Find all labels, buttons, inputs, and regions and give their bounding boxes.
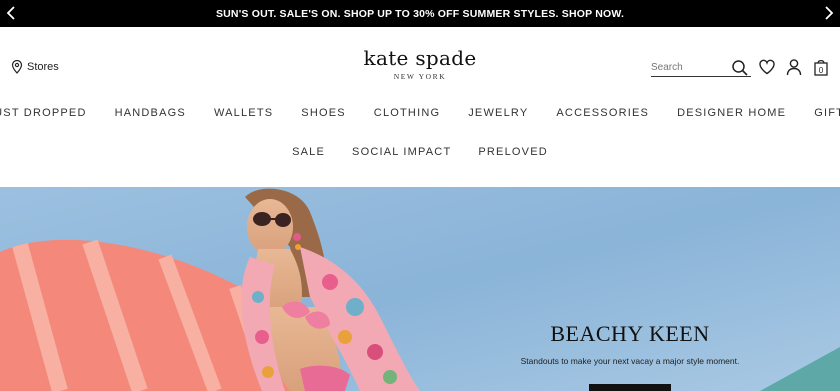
- site-header: Stores kate spade NEW YORK 0 J: [0, 27, 840, 187]
- promo-text[interactable]: SUN'S OUT. SALE'S ON. SHOP UP TO 30% OFF…: [216, 8, 624, 20]
- chevron-left-icon: [6, 6, 15, 20]
- hero-title: BEACHY KEEN: [550, 321, 710, 346]
- secondary-nav: SALE SOCIAL IMPACT PRELOVED: [0, 146, 840, 158]
- bag-button[interactable]: 0: [812, 58, 830, 76]
- nav-item-accessories[interactable]: ACCESSORIES: [556, 107, 649, 119]
- promo-bar[interactable]: SUN'S OUT. SALE'S ON. SHOP UP TO 30% OFF…: [0, 0, 840, 27]
- bag-count: 0: [819, 66, 824, 75]
- nav-item-jewelry[interactable]: JEWELRY: [468, 107, 528, 119]
- nav-item-social-impact[interactable]: SOCIAL IMPACT: [352, 146, 451, 158]
- promo-next-button[interactable]: [820, 4, 838, 22]
- nav-item-shoes[interactable]: SHOES: [301, 107, 346, 119]
- nav-item-designer-home[interactable]: DESIGNER HOME: [677, 107, 786, 119]
- chevron-right-icon: [825, 6, 834, 20]
- hero-banner[interactable]: BEACHY KEEN Standouts to make your next …: [0, 187, 840, 391]
- wishlist-button[interactable]: [758, 58, 776, 76]
- heart-icon: [759, 59, 775, 75]
- hero-subtitle: Standouts to make your next vacay a majo…: [520, 356, 740, 366]
- bag-icon: 0: [814, 59, 828, 76]
- account-button[interactable]: [785, 58, 803, 76]
- nav-item-preloved[interactable]: PRELOVED: [478, 146, 548, 158]
- nav-item-handbags[interactable]: HANDBAGS: [115, 107, 186, 119]
- promo-prev-button[interactable]: [2, 4, 20, 22]
- nav-item-clothing[interactable]: CLOTHING: [374, 107, 440, 119]
- user-icon: [786, 59, 802, 76]
- nav-item-gifts[interactable]: GIFTS: [814, 107, 840, 119]
- search-button[interactable]: [731, 59, 749, 77]
- search-bar: [651, 59, 751, 77]
- nav-item-sale[interactable]: SALE: [292, 146, 325, 158]
- search-input[interactable]: [651, 62, 731, 73]
- hero-shop-button[interactable]: [589, 384, 671, 391]
- primary-nav: JUST DROPPED HANDBAGS WALLETS SHOES CLOT…: [0, 107, 840, 119]
- nav-item-just-dropped[interactable]: JUST DROPPED: [0, 107, 87, 119]
- search-icon: [732, 60, 748, 76]
- nav-item-wallets[interactable]: WALLETS: [214, 107, 273, 119]
